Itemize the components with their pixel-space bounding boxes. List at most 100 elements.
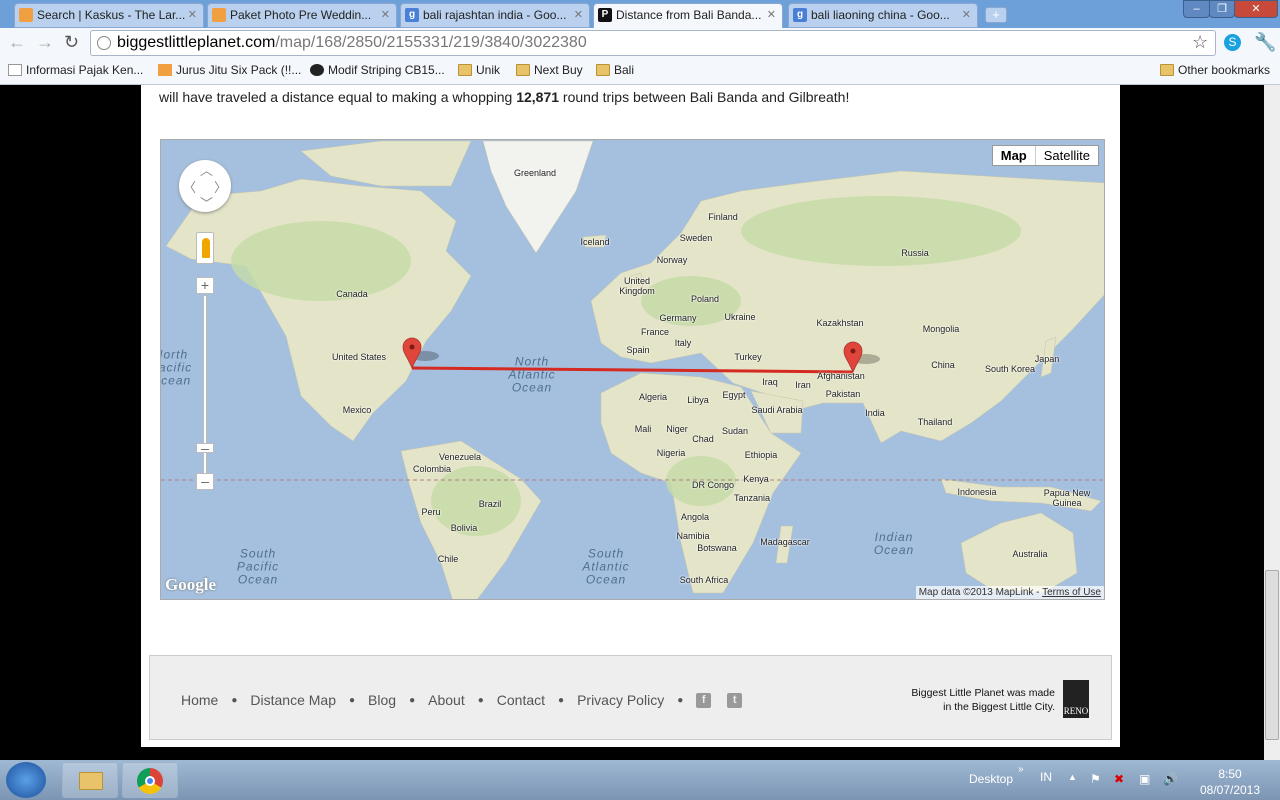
new-tab-button[interactable]: +: [985, 7, 1007, 23]
footer-link-home[interactable]: Home: [181, 692, 218, 708]
bookmarks-bar: Informasi Pajak Ken... Jurus Jitu Six Pa…: [0, 58, 1280, 85]
country-label: Canada: [336, 289, 368, 299]
separator: ●: [409, 694, 416, 706]
zoom-in-button[interactable]: +: [196, 277, 214, 294]
map-tiles: [161, 140, 1104, 599]
country-label: Pakistan: [825, 389, 861, 399]
chrome-icon: [137, 768, 163, 794]
close-tab-icon[interactable]: ✕: [381, 4, 390, 26]
made-line-1: Biggest Little Planet was made: [911, 687, 1055, 699]
footer-nav: Home ● Distance Map ● Blog ● About ● Contact…: [181, 692, 743, 708]
volume-icon[interactable]: 🔊: [1163, 772, 1178, 786]
reload-icon[interactable]: ↻: [64, 33, 79, 51]
country-label: Peru: [421, 507, 441, 517]
toolbar: ← → ↻ biggestlittleplanet.com/map/168/28…: [0, 28, 1280, 58]
forward-icon[interactable]: →: [36, 33, 54, 51]
browser-chrome: Search | Kaskus - The Lar... ✕ Paket Phot…: [0, 0, 1280, 85]
tab-bali-rajashtan[interactable]: g bali rajashtan india - Goo... ✕: [400, 3, 590, 28]
show-hidden-icons[interactable]: ▲: [1068, 772, 1077, 782]
bookmark-jurus-jitu[interactable]: Jurus Jitu Six Pack (!!...: [158, 63, 301, 77]
country-label: Sweden: [679, 233, 713, 243]
close-tab-icon[interactable]: ✕: [188, 4, 197, 26]
zoom-slider-handle[interactable]: –: [196, 441, 214, 455]
facebook-icon[interactable]: f: [696, 692, 712, 708]
map-type-satellite-button[interactable]: Satellite: [1034, 146, 1098, 165]
close-tab-icon[interactable]: ✕: [962, 4, 971, 26]
country-label: Mongolia: [922, 324, 960, 334]
page-scrollbar[interactable]: [1264, 85, 1280, 760]
address-bar[interactable]: biggestlittleplanet.com/map/168/2850/215…: [90, 30, 1216, 56]
back-icon[interactable]: ←: [8, 33, 26, 51]
zoom-out-button[interactable]: –: [196, 473, 214, 490]
expand-chevron-icon[interactable]: »: [1018, 764, 1024, 775]
country-label: South Africa: [679, 575, 729, 585]
tab-paket-photo[interactable]: Paket Photo Pre Weddin... ✕: [207, 3, 397, 28]
made-in-reno-text: Biggest Little Planet was made in the Big…: [911, 686, 1055, 714]
terms-of-use-link[interactable]: Terms of Use: [1042, 587, 1101, 598]
start-button[interactable]: [6, 762, 46, 798]
bookmark-unik[interactable]: Unik: [458, 63, 500, 77]
country-label: Nigeria: [656, 448, 686, 458]
kaskus-icon: [19, 8, 33, 22]
map-type-map-button[interactable]: Map: [993, 146, 1035, 165]
maximize-button[interactable]: ❐: [1209, 0, 1235, 18]
pegman-icon[interactable]: [196, 232, 214, 264]
tab-distance-active[interactable]: P Distance from Bali Banda... ✕: [593, 3, 783, 28]
country-label: Kazakhstan: [816, 318, 864, 328]
folder-icon: [458, 64, 472, 76]
star-icon[interactable]: ☆: [1192, 33, 1208, 51]
google-logo[interactable]: Google: [165, 575, 216, 595]
skype-icon[interactable]: S: [1224, 34, 1241, 51]
bookmark-next-buy[interactable]: Next Buy: [516, 63, 583, 77]
wrench-icon[interactable]: 🔧: [1254, 33, 1276, 51]
forest-russia: [741, 196, 1021, 266]
map[interactable]: Greenland Finland Iceland Sweden Russia Norwa…: [160, 139, 1105, 600]
footer-link-distance-map[interactable]: Distance Map: [250, 692, 336, 708]
language-indicator[interactable]: IN: [1040, 770, 1052, 784]
country-label: Greenland: [513, 168, 557, 178]
tab-kaskus-search[interactable]: Search | Kaskus - The Lar... ✕: [14, 3, 204, 28]
close-tab-icon[interactable]: ✕: [574, 4, 583, 26]
scrollbar-thumb[interactable]: [1265, 570, 1279, 740]
other-bookmarks[interactable]: Other bookmarks: [1160, 63, 1270, 77]
desktop-toolbar-label[interactable]: Desktop: [969, 772, 1013, 786]
reno-logo[interactable]: RENO: [1063, 680, 1089, 718]
pan-left-icon[interactable]: 〈: [183, 177, 196, 196]
intro-post: round trips between Bali Banda and Gilbr…: [559, 89, 850, 105]
power-icon[interactable]: ✖: [1114, 772, 1124, 786]
clock[interactable]: 8:50 08/07/2013: [1195, 766, 1265, 798]
country-label: China: [931, 360, 955, 370]
footer-link-about[interactable]: About: [428, 692, 465, 708]
pan-right-icon[interactable]: 〉: [214, 177, 227, 196]
twitter-icon[interactable]: t: [727, 692, 743, 708]
footer-link-contact[interactable]: Contact: [497, 692, 545, 708]
footer-link-blog[interactable]: Blog: [368, 692, 396, 708]
tab-label: Paket Photo Pre Weddin...: [230, 8, 372, 22]
clock-date: 08/07/2013: [1199, 783, 1261, 797]
close-window-button[interactable]: ✕: [1234, 0, 1278, 18]
minimize-button[interactable]: –: [1183, 0, 1210, 18]
country-label: Libya: [687, 395, 709, 405]
bookmark-modif-striping[interactable]: Modif Striping CB15...: [310, 63, 445, 77]
pan-control[interactable]: ︿ ﹀ 〈 〉: [179, 160, 231, 212]
intro-pre: will have traveled a distance equal to m…: [159, 89, 517, 105]
map-attribution: Map data ©2013 MapLink - Terms of Use: [915, 586, 1104, 599]
land-greenland: [482, 140, 594, 254]
chrome-taskbar-button[interactable]: [122, 762, 178, 798]
bookmark-bali[interactable]: Bali: [596, 63, 634, 77]
action-center-flag-icon[interactable]: ⚑: [1090, 772, 1101, 786]
kaskus-icon: [212, 8, 226, 22]
network-icon[interactable]: ▣: [1139, 772, 1150, 786]
folder-icon: [79, 772, 103, 790]
country-label: Turkey: [734, 352, 762, 362]
tab-bali-liaoning[interactable]: g bali liaoning china - Goo... ✕: [788, 3, 978, 28]
pan-up-icon[interactable]: ︿: [200, 160, 213, 179]
map-type-control: Map Satellite: [991, 145, 1099, 166]
explorer-taskbar-button[interactable]: [62, 762, 118, 798]
country-label: Bolivia: [450, 523, 478, 533]
pan-down-icon[interactable]: ﹀: [200, 193, 213, 212]
footer-link-privacy-policy[interactable]: Privacy Policy: [577, 692, 664, 708]
bookmark-informasi-pajak[interactable]: Informasi Pajak Ken...: [8, 63, 143, 77]
close-tab-icon[interactable]: ✕: [767, 4, 776, 26]
country-label: France: [640, 327, 670, 337]
